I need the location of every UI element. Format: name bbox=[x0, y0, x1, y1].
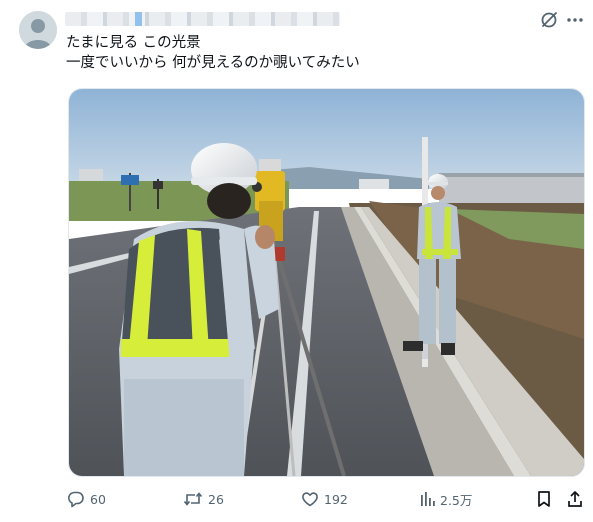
bookmark-icon bbox=[538, 491, 550, 507]
bookmark-button[interactable] bbox=[536, 486, 552, 512]
grok-icon[interactable] bbox=[538, 9, 560, 31]
share-icon bbox=[568, 491, 582, 507]
default-avatar-icon bbox=[19, 11, 57, 49]
heart-icon bbox=[302, 492, 318, 507]
reply-icon bbox=[68, 491, 84, 508]
surveying-photo bbox=[69, 89, 584, 476]
views-button[interactable]: 2.5万 bbox=[419, 486, 472, 512]
avatar[interactable] bbox=[19, 11, 57, 49]
post-photo[interactable] bbox=[68, 88, 585, 477]
reply-button[interactable]: 60 bbox=[67, 486, 106, 512]
post-text-line-1: たまに見る この光景 bbox=[66, 35, 201, 51]
like-count: 192 bbox=[324, 491, 348, 507]
author-name-redacted[interactable] bbox=[65, 12, 340, 26]
reply-count: 60 bbox=[90, 491, 106, 507]
redacted-badge bbox=[135, 12, 142, 26]
post-actions: 60 26 192 2.5万 bbox=[0, 486, 593, 512]
share-button[interactable] bbox=[566, 486, 584, 512]
post-text: たまに見る この光景 一度でいいから 何が見えるのか覗いてみたい bbox=[66, 33, 566, 73]
views-count: 2.5万 bbox=[440, 492, 473, 508]
like-button[interactable]: 192 bbox=[301, 486, 348, 512]
repost-count: 26 bbox=[208, 491, 224, 507]
more-dots-icon[interactable] bbox=[564, 9, 586, 31]
repost-icon bbox=[183, 492, 203, 506]
repost-button[interactable]: 26 bbox=[183, 486, 224, 512]
views-chart-icon bbox=[421, 492, 435, 506]
post-text-line-2: 一度でいいから 何が見えるのか覗いてみたい bbox=[66, 55, 360, 71]
